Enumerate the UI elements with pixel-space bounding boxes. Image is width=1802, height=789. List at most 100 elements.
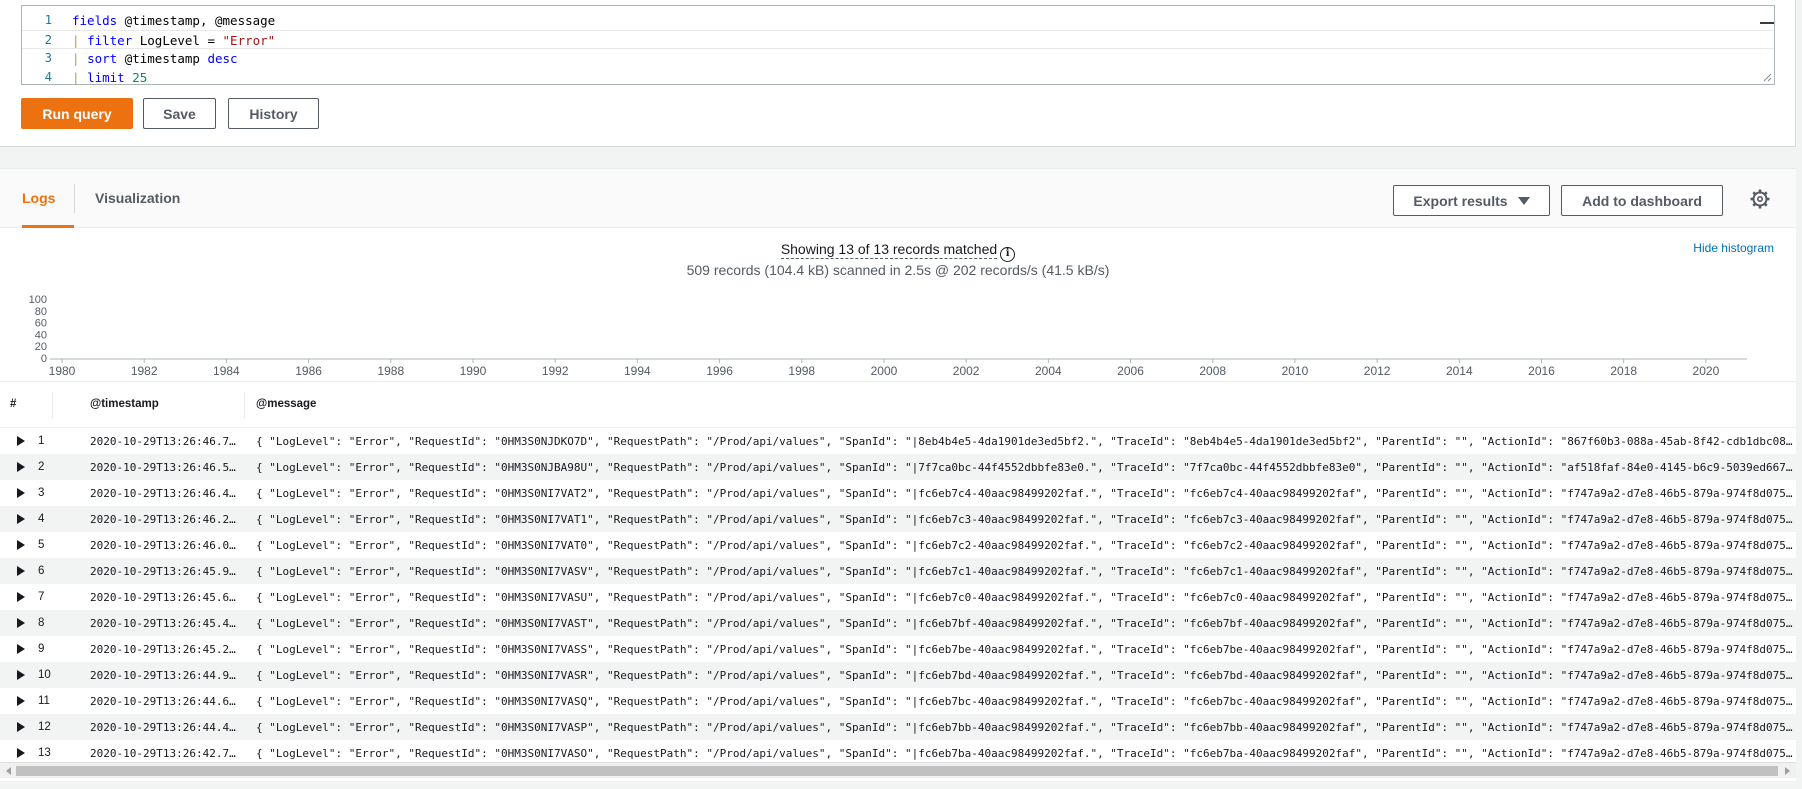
expand-row-icon[interactable] (17, 514, 25, 524)
code-token: "Error" (222, 33, 276, 48)
expand-row-icon[interactable] (17, 722, 25, 732)
scroll-right-icon[interactable] (1785, 767, 1790, 775)
expand-row-icon[interactable] (17, 540, 25, 550)
save-button[interactable]: Save (143, 98, 216, 129)
row-index: 5 (38, 539, 45, 551)
gear-icon[interactable] (1750, 189, 1770, 209)
editor-line[interactable]: 3 | sort @timestamp desc (22, 49, 1774, 68)
x-tick-label: 1998 (788, 364, 815, 378)
run-query-button[interactable]: Run query (21, 98, 133, 129)
code-token: desc (207, 51, 238, 66)
x-tick-label: 2004 (1035, 364, 1062, 378)
query-editor[interactable]: 1 fields @timestamp, @message 2 | filter Lo… (21, 5, 1775, 85)
scrollbar-thumb[interactable] (16, 766, 1778, 776)
row-index: 6 (38, 565, 45, 577)
table-row[interactable]: 12 2020-10-29T13:26:44.49… { "LogLevel": "… (0, 714, 1796, 740)
row-timestamp: 2020-10-29T13:26:45.43… (90, 617, 242, 630)
info-icon[interactable]: i (1000, 247, 1016, 262)
code-token: @timestamp (117, 51, 208, 66)
table-header: # @timestamp @message (0, 381, 1796, 428)
editor-line[interactable]: 1 fields @timestamp, @message (22, 11, 1774, 30)
column-header-timestamp[interactable]: @timestamp (90, 398, 159, 410)
table-row[interactable]: 3 2020-10-29T13:26:46.43… { "LogLevel": "E… (0, 480, 1796, 506)
expand-row-icon[interactable] (17, 670, 25, 680)
x-tick-label: 1996 (706, 364, 733, 378)
x-tick-label: 2000 (871, 364, 898, 378)
horizontal-scrollbar[interactable] (0, 762, 1796, 778)
tab-logs[interactable]: Logs (22, 169, 74, 228)
row-index: 10 (38, 669, 51, 681)
x-tick-label: 1982 (131, 364, 158, 378)
expand-row-icon[interactable] (17, 566, 25, 576)
row-message: { "LogLevel": "Error", "RequestId": "0HM… (256, 487, 1794, 500)
row-timestamp: 2020-10-29T13:26:45.91… (90, 565, 242, 578)
column-divider (244, 392, 245, 419)
row-index: 3 (38, 487, 45, 499)
row-timestamp: 2020-10-29T13:26:45.69… (90, 591, 242, 604)
tab-visualization[interactable]: Visualization (95, 169, 180, 228)
table-row[interactable]: 1 2020-10-29T13:26:46.74… { "LogLevel": "E… (0, 428, 1796, 454)
table-row[interactable]: 5 2020-10-29T13:26:46.03… { "LogLevel": "E… (0, 532, 1796, 558)
table-row[interactable]: 6 2020-10-29T13:26:45.91… { "LogLevel": "E… (0, 558, 1796, 584)
x-tick-label: 2014 (1446, 364, 1473, 378)
row-message: { "LogLevel": "Error", "RequestId": "0HM… (256, 435, 1794, 448)
row-timestamp: 2020-10-29T13:26:46.74… (90, 435, 242, 448)
row-message: { "LogLevel": "Error", "RequestId": "0HM… (256, 539, 1794, 552)
row-timestamp: 2020-10-29T13:26:46.21… (90, 513, 242, 526)
expand-row-icon[interactable] (17, 644, 25, 654)
expand-row-icon[interactable] (17, 436, 25, 446)
caret-down-icon (1517, 196, 1530, 205)
results-tabs-bar: Logs Visualization Export results Add to… (0, 169, 1796, 228)
export-results-button[interactable]: Export results (1393, 185, 1550, 216)
expand-row-icon[interactable] (17, 462, 25, 472)
table-body: 1 2020-10-29T13:26:46.74… { "LogLevel": "E… (0, 428, 1796, 761)
x-tick-label: 1984 (213, 364, 240, 378)
column-divider (52, 392, 53, 419)
table-row[interactable]: 4 2020-10-29T13:26:46.21… { "LogLevel": "E… (0, 506, 1796, 532)
table-row[interactable]: 10 2020-10-29T13:26:44.97… { "LogLevel": "… (0, 662, 1796, 688)
row-message: { "LogLevel": "Error", "RequestId": "0HM… (256, 617, 1794, 630)
code-token: filter (87, 33, 133, 48)
row-message: { "LogLevel": "Error", "RequestId": "0HM… (256, 461, 1794, 474)
column-header-message[interactable]: @message (256, 398, 316, 410)
line-number: 1 (44, 13, 52, 27)
table-row[interactable]: 11 2020-10-29T13:26:44.67… { "LogLevel": "… (0, 688, 1796, 714)
x-tick-label: 2016 (1528, 364, 1555, 378)
expand-row-icon[interactable] (17, 592, 25, 602)
row-index: 8 (38, 617, 45, 629)
expand-row-icon[interactable] (17, 696, 25, 706)
add-to-dashboard-button[interactable]: Add to dashboard (1561, 185, 1723, 216)
row-message: { "LogLevel": "Error", "RequestId": "0HM… (256, 721, 1794, 734)
editor-line-code: | sort @timestamp desc (72, 49, 238, 68)
hide-histogram-link[interactable]: Hide histogram (1693, 241, 1774, 255)
row-message: { "LogLevel": "Error", "RequestId": "0HM… (256, 643, 1794, 656)
query-panel: 1 fields @timestamp, @message 2 | filter Lo… (0, 0, 1796, 147)
table-row[interactable]: 9 2020-10-29T13:26:45.25… { "LogLevel": "E… (0, 636, 1796, 662)
row-timestamp: 2020-10-29T13:26:44.67… (90, 695, 242, 708)
table-row[interactable]: 13 2020-10-29T13:26:42.79… { "LogLevel": "… (0, 740, 1796, 761)
expand-row-icon[interactable] (17, 618, 25, 628)
history-button[interactable]: History (228, 98, 319, 129)
table-row[interactable]: 7 2020-10-29T13:26:45.69… { "LogLevel": "E… (0, 584, 1796, 610)
scroll-left-icon[interactable] (6, 767, 11, 775)
log-events-table: # @timestamp @message 1 2020-10-29T13:26:… (0, 381, 1796, 761)
expand-row-icon[interactable] (17, 748, 25, 758)
x-tick-label: 2010 (1282, 364, 1309, 378)
editor-line[interactable]: 4 | limit 25 (22, 68, 1774, 87)
code-token: @timestamp, @message (117, 13, 276, 28)
row-timestamp: 2020-10-29T13:26:46.43… (90, 487, 242, 500)
code-token: | (72, 70, 88, 85)
records-scanned-text: 509 records (104.4 kB) scanned in 2.5s @… (686, 262, 1110, 278)
table-row[interactable]: 2 2020-10-29T13:26:46.54… { "LogLevel": "E… (0, 454, 1796, 480)
line-number: 2 (44, 33, 52, 47)
row-message: { "LogLevel": "Error", "RequestId": "0HM… (256, 669, 1794, 682)
row-timestamp: 2020-10-29T13:26:46.54… (90, 461, 242, 474)
editor-line[interactable]: 2 | filter LogLevel = "Error" (22, 30, 1774, 49)
column-header-index: # (10, 398, 17, 410)
line-number: 4 (44, 70, 52, 84)
expand-row-icon[interactable] (17, 488, 25, 498)
records-matched-text[interactable]: Showing 13 of 13 records matched (780, 241, 998, 259)
table-row[interactable]: 8 2020-10-29T13:26:45.43… { "LogLevel": "E… (0, 610, 1796, 636)
code-token: | (72, 51, 88, 66)
row-message: { "LogLevel": "Error", "RequestId": "0HM… (256, 591, 1794, 604)
